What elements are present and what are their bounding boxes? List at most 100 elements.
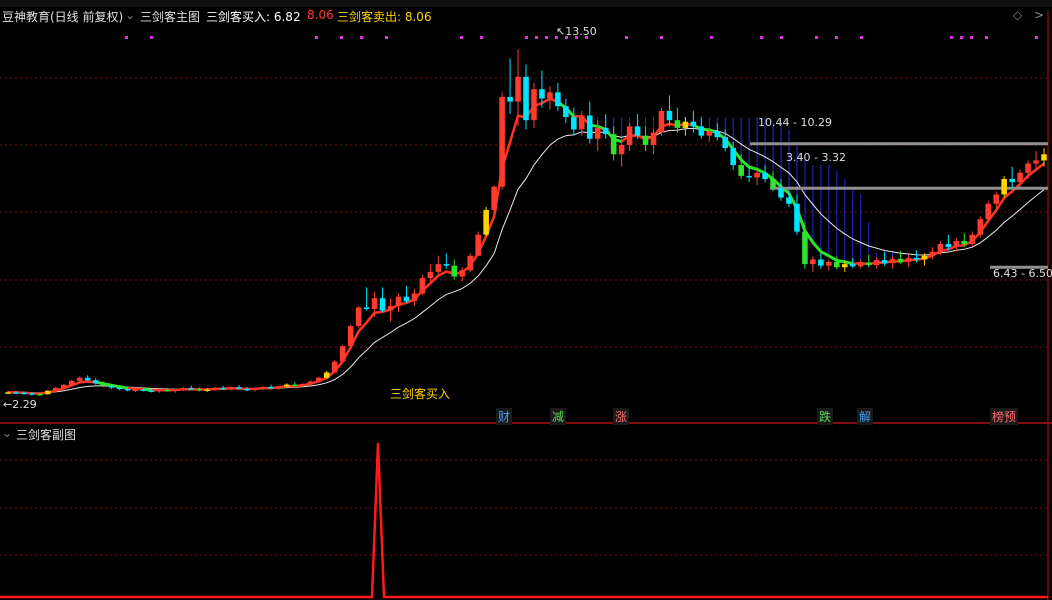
- candle-body: [578, 115, 585, 130]
- candle-body: [204, 389, 211, 392]
- candle-body: [220, 387, 226, 390]
- signal-dot: [315, 36, 318, 39]
- signal-dot: [780, 36, 783, 39]
- candle-body: [76, 377, 83, 381]
- candle-body: [1041, 154, 1047, 161]
- chevron-down-icon[interactable]: ⌄: [125, 8, 135, 22]
- candle-body: [236, 387, 242, 389]
- candle-body: [610, 134, 617, 155]
- candle-body: [586, 115, 593, 139]
- signal-dot: [535, 36, 538, 39]
- signal-dot: [480, 36, 483, 39]
- candle-body: [60, 384, 67, 388]
- candle-body: [602, 127, 609, 135]
- candle-body: [212, 387, 218, 390]
- event-tag[interactable]: 跌: [817, 408, 834, 425]
- candle-body: [491, 186, 497, 210]
- candle-body: [770, 178, 776, 189]
- signal-dot: [950, 36, 953, 39]
- chevron-down-icon[interactable]: ⌄: [2, 426, 12, 440]
- candle-body: [467, 255, 474, 271]
- candle-body: [738, 165, 744, 176]
- candle-body: [371, 298, 378, 310]
- candle-body: [547, 92, 553, 99]
- candle-body: [786, 197, 792, 204]
- candle-body: [539, 89, 545, 99]
- candle-body: [1017, 172, 1023, 183]
- candle-body: [1009, 178, 1015, 183]
- candle-body: [53, 387, 59, 391]
- buy-signal-label: 三剑客买入: [390, 387, 451, 401]
- signal-dot: [340, 36, 343, 39]
- candle-body: [642, 135, 649, 145]
- candle-body: [690, 121, 697, 127]
- signal-dot: [360, 36, 363, 39]
- candle-body: [148, 390, 155, 392]
- event-tag[interactable]: 解: [857, 408, 874, 425]
- signal-dot: [970, 36, 973, 39]
- signal-dot: [815, 36, 818, 39]
- candle-body: [929, 251, 936, 256]
- candle-body: [156, 389, 163, 392]
- candle-body: [13, 392, 19, 394]
- candle-body: [682, 121, 689, 128]
- signal-dot: [960, 36, 963, 39]
- event-tag[interactable]: 涨: [613, 408, 630, 425]
- candle-body: [674, 120, 681, 128]
- candle-body: [164, 389, 171, 392]
- candle-body: [706, 131, 713, 136]
- candle-body: [698, 126, 705, 136]
- candle-body: [228, 387, 234, 389]
- candle-body: [969, 234, 976, 245]
- candle-body: [300, 383, 306, 386]
- signal-dot: [150, 36, 153, 39]
- candle-body: [435, 264, 442, 272]
- candle-body: [68, 380, 75, 385]
- top-menu-strip[interactable]: [0, 0, 1052, 7]
- candle-body: [323, 372, 330, 378]
- candle-body: [499, 96, 505, 187]
- candle-body: [347, 326, 354, 347]
- candle-body: [507, 96, 513, 102]
- candle-body: [92, 380, 99, 384]
- candle-body: [419, 278, 426, 294]
- candle-body: [260, 387, 266, 389]
- signal-dot: [460, 36, 463, 39]
- signal-dot: [1035, 36, 1038, 39]
- event-tag[interactable]: 财: [496, 408, 513, 425]
- candle-body: [961, 240, 968, 245]
- buy-label: 三剑客买入: 6.82: [206, 10, 301, 24]
- candle-body: [802, 231, 808, 265]
- signal-dot: [525, 36, 528, 39]
- high-price-label: ↖13.50: [556, 25, 597, 38]
- kline-chart[interactable]: [0, 0, 1052, 600]
- candle-body: [140, 389, 147, 392]
- signal-dot: [760, 36, 763, 39]
- candle-body: [515, 76, 521, 102]
- candle-body: [571, 117, 577, 130]
- candle-body: [937, 244, 944, 252]
- sub-indicator-line: [0, 442, 1048, 599]
- diamond-icon[interactable]: ◇: [1013, 8, 1022, 22]
- stock-title: 豆神教育(日线 前复权): [2, 10, 124, 24]
- ma-white-line: [7, 127, 1045, 394]
- candle-body: [985, 203, 992, 220]
- candle-body: [363, 307, 370, 310]
- candle-body: [865, 262, 872, 266]
- caret-right-icon[interactable]: >: [1034, 8, 1044, 22]
- candle-body: [244, 388, 250, 391]
- candle-body: [794, 203, 800, 232]
- event-tag[interactable]: 榜预: [990, 408, 1019, 425]
- candle-body: [634, 126, 641, 136]
- candle-body: [84, 377, 91, 381]
- candle-body: [841, 264, 848, 268]
- candle-body: [284, 384, 290, 387]
- signal-dot: [125, 36, 128, 39]
- main-indicator-name: 三剑客主图: [140, 10, 201, 24]
- candle-body: [953, 240, 960, 248]
- event-tag[interactable]: 减: [550, 408, 567, 425]
- range-top-label: 10.44 - 10.29: [758, 116, 832, 129]
- candle-body: [268, 387, 274, 389]
- candle-body: [873, 260, 880, 266]
- candle-body: [403, 296, 410, 302]
